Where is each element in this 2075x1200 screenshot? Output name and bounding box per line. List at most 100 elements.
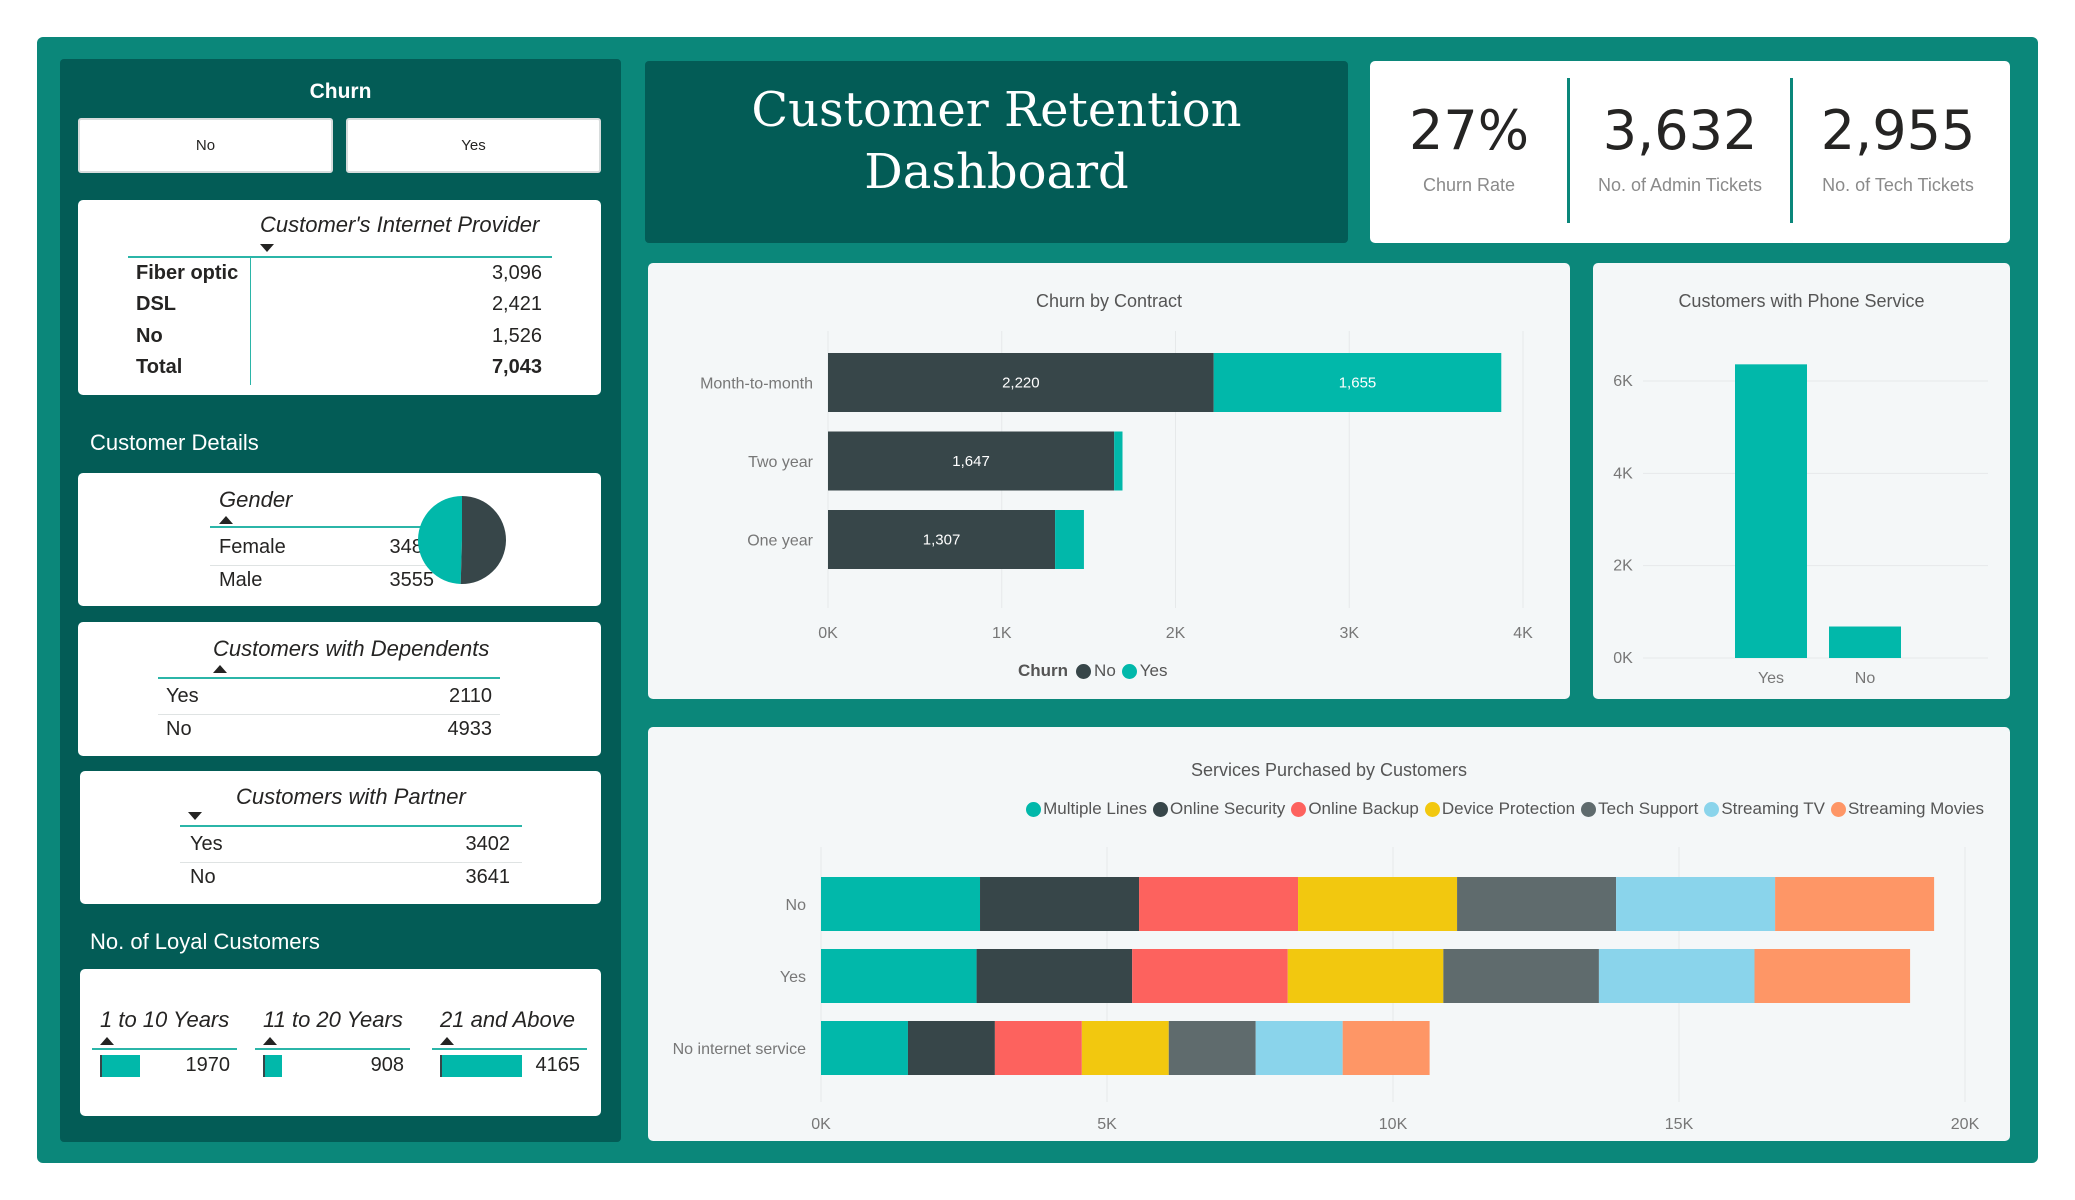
bar-no-tech-support	[1457, 877, 1617, 931]
dependents-no-value: 4933	[447, 718, 493, 740]
sort-caret-icon[interactable]	[263, 1037, 277, 1045]
x-category-label-yes: Yes	[1758, 670, 1784, 687]
bar-no-streaming-tv	[1616, 877, 1776, 931]
x-tick-label: 0K	[818, 625, 838, 642]
churn-slicer-title: Churn	[309, 80, 372, 103]
dependents-card: Customers with Dependents Yes 2110 No 49…	[78, 622, 601, 756]
x-tick-label: 20K	[1951, 1116, 1980, 1133]
kpi-admin-tickets-value: 3,632	[1602, 99, 1758, 162]
row-label-fiber-optic: Fiber optic	[136, 262, 239, 284]
gender-male-label: Male	[219, 569, 263, 591]
data-label: 1,655	[1339, 375, 1377, 392]
bar-no-internet-service-online-security	[907, 1021, 995, 1075]
data-label: 1,307	[923, 532, 961, 549]
bar-no-internet-service-streaming-movies	[1342, 1021, 1430, 1075]
sort-caret-icon[interactable]	[100, 1037, 114, 1045]
bar-yes	[1735, 364, 1807, 658]
loyal-1-10-header[interactable]: 1 to 10 Years	[100, 1007, 229, 1033]
sort-caret-icon[interactable]	[440, 1037, 454, 1045]
kpi-tech-tickets-label: No. of Tech Tickets	[1822, 175, 1974, 195]
phone-service-chart[interactable]: 0K 2K 4K 6K Yes No	[1593, 263, 2010, 699]
y-category-label-yes: Yes	[780, 969, 806, 986]
row-divider	[210, 565, 442, 566]
gender-pie-chart[interactable]	[416, 494, 508, 586]
loyal-11-20-header[interactable]: 11 to 20 Years	[263, 1007, 403, 1033]
sort-caret-icon[interactable]	[188, 812, 202, 820]
churn-contract-legend[interactable]: Churn No Yes	[1018, 661, 1168, 681]
data-label: 2,220	[1002, 375, 1040, 392]
bar-two-year-yes	[1114, 431, 1123, 491]
churn-by-contract-card: Churn by Contract 0K 1K 2K 3K 4K Month-to-mon…	[648, 263, 1570, 699]
row-divider	[180, 862, 522, 863]
partner-header[interactable]: Customers with Partner	[236, 784, 466, 810]
pie-slice-male	[460, 496, 506, 584]
title-banner: Customer Retention Dashboard	[645, 61, 1348, 243]
bar-one-year-yes	[1055, 510, 1084, 569]
sort-caret-icon[interactable]	[219, 516, 233, 524]
bar-yes-streaming-movies	[1754, 949, 1911, 1003]
y-category-label-no: No	[786, 897, 807, 914]
partner-yes-label: Yes	[190, 833, 223, 855]
loyal-11-20-value: 908	[370, 1054, 404, 1076]
legend-yes-label: Yes	[1139, 661, 1168, 680]
x-tick-label: 5K	[1097, 1116, 1117, 1133]
loyal-11-20-databar	[263, 1055, 282, 1077]
x-tick-label: 1K	[992, 625, 1012, 642]
sort-caret-icon[interactable]	[260, 244, 274, 252]
bar-no	[1829, 626, 1901, 658]
title-line-2: Dashboard	[864, 144, 1129, 200]
title-line-1: Customer Retention	[751, 82, 1242, 138]
x-tick-label: 3K	[1339, 625, 1359, 642]
y-tick-label: 2K	[1613, 558, 1633, 575]
kpi-admin-tickets-label: No. of Admin Tickets	[1597, 175, 1763, 195]
bar-no-device-protection	[1298, 877, 1458, 931]
gender-card: Gender Female 3488 Male 3555	[78, 473, 601, 606]
partner-card: Customers with Partner Yes 3402 No 3641	[80, 771, 601, 904]
data-label: 1,647	[952, 453, 990, 470]
row-value-no: 1,526	[491, 325, 542, 347]
header-underline	[180, 825, 522, 827]
bar-yes-tech-support	[1443, 949, 1599, 1003]
bar-yes-device-protection	[1287, 949, 1444, 1003]
header-underline	[128, 256, 552, 258]
kpi-card: 27% Churn Rate 3,632 No. of Admin Ticket…	[1370, 61, 2010, 243]
header-underline	[210, 526, 442, 528]
header-underline	[92, 1048, 237, 1050]
dependents-yes-label: Yes	[166, 685, 199, 707]
bar-no-internet-service-tech-support	[1168, 1021, 1256, 1075]
bar-yes-streaming-tv	[1598, 949, 1755, 1003]
services-chart[interactable]: 0K 5K 10K 15K 20K No Yes No internet service	[648, 727, 2010, 1141]
column-divider	[250, 258, 251, 385]
gender-header[interactable]: Gender	[219, 487, 292, 513]
bar-no-internet-service-streaming-tv	[1255, 1021, 1343, 1075]
kpi-churn-rate-label: Churn Rate	[1422, 175, 1516, 195]
phone-service-card: Customers with Phone Service 0K 2K 4K 6K Yes…	[1593, 263, 2010, 699]
bar-no-streaming-movies	[1775, 877, 1935, 931]
customer-details-label: Customer Details	[90, 430, 259, 455]
loyal-21-above-header[interactable]: 21 and Above	[440, 1007, 575, 1033]
y-category-label-one-year: One year	[747, 533, 813, 550]
churn-slicer-yes-button[interactable]: Yes	[346, 118, 601, 173]
x-tick-label: 2K	[1166, 625, 1186, 642]
bar-no-internet-service-online-backup	[994, 1021, 1082, 1075]
loyal-1-10-value: 1970	[185, 1054, 231, 1076]
bar-yes-multiple-lines	[821, 949, 977, 1003]
internet-provider-header[interactable]: Customer's Internet Provider	[260, 212, 539, 238]
header-underline	[255, 1048, 410, 1050]
x-tick-label: 15K	[1665, 1116, 1694, 1133]
bar-yes-online-security	[976, 949, 1133, 1003]
y-category-label-no-internet-service: No internet service	[673, 1041, 806, 1058]
y-tick-label: 0K	[1613, 650, 1633, 667]
gender-female-label: Female	[219, 536, 286, 558]
dependents-header[interactable]: Customers with Dependents	[213, 636, 489, 662]
sort-caret-icon[interactable]	[213, 665, 227, 673]
bar-no-internet-service-multiple-lines	[821, 1021, 908, 1075]
churn-by-contract-chart[interactable]: 0K 1K 2K 3K 4K Month-to-month 2,220 1,655 Two ye…	[648, 263, 1570, 699]
row-label-dsl: DSL	[136, 293, 176, 315]
loyal-21-above-value: 4165	[535, 1054, 581, 1076]
x-tick-label: 10K	[1379, 1116, 1408, 1133]
y-category-label-two-year: Two year	[748, 454, 814, 471]
churn-slicer-no-button[interactable]: No	[78, 118, 333, 173]
kpi-tech-tickets-value: 2,955	[1820, 99, 1976, 162]
row-label-total: Total	[136, 356, 183, 378]
